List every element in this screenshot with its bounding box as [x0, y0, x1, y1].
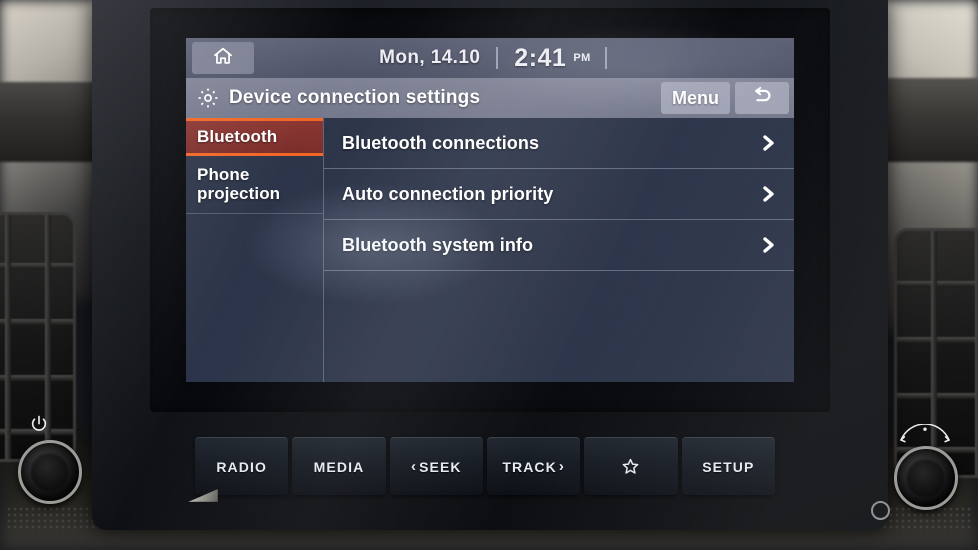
clock-separator: [496, 47, 499, 69]
settings-list: Bluetooth connections Auto connection pr…: [324, 118, 794, 382]
sidebar-item-bluetooth[interactable]: Bluetooth: [186, 118, 323, 156]
list-item-auto-connection-priority[interactable]: Auto connection priority: [324, 169, 794, 220]
status-bar: Mon, 14.10 2:41 PM: [186, 38, 794, 78]
setup-button-label: SETUP: [702, 458, 755, 475]
infotainment-ui: Mon, 14.10 2:41 PM Device connection set…: [186, 38, 794, 382]
radio-button[interactable]: RADIO: [195, 437, 289, 495]
seek-button-label: SEEK: [419, 458, 462, 475]
speaker-grille-left: [6, 506, 98, 532]
gear-icon: [196, 86, 220, 110]
tune-knob[interactable]: [894, 446, 958, 510]
chevron-right-icon: [761, 235, 776, 255]
back-arrow-icon: [749, 85, 775, 112]
menu-button[interactable]: Menu: [661, 82, 730, 114]
radio-button-label: RADIO: [216, 458, 267, 475]
list-item-label: Bluetooth system info: [342, 234, 534, 255]
track-button-label: TRACK: [502, 458, 557, 475]
chevron-right-icon: [761, 133, 776, 153]
seek-button[interactable]: ‹ SEEK: [389, 437, 483, 495]
dashboard-scene: Mon, 14.10 2:41 PM Device connection set…: [0, 0, 978, 550]
list-item-bluetooth-system-info[interactable]: Bluetooth system info: [324, 220, 794, 271]
touchscreen[interactable]: Mon, 14.10 2:41 PM Device connection set…: [150, 8, 830, 412]
power-icon: [29, 414, 49, 434]
media-button[interactable]: MEDIA: [292, 437, 386, 495]
sidebar-item-label: Phone projection: [197, 164, 281, 204]
date-label: Mon, 14.10: [379, 47, 481, 68]
sidebar-item-label: Bluetooth: [197, 127, 278, 146]
clock-area: Mon, 14.10 2:41 PM: [254, 38, 732, 78]
sensor-circle: [871, 501, 890, 520]
back-button[interactable]: [735, 82, 789, 114]
track-button[interactable]: TRACK ›: [486, 437, 581, 495]
chevron-right-icon: [761, 184, 776, 204]
page-title: Device connection settings: [229, 87, 481, 108]
hardware-button-row: RADIO MEDIA ‹ SEEK TRACK › SETUP: [195, 437, 775, 495]
chevron-right-icon: ›: [558, 458, 565, 475]
tune-arc-icon: [896, 423, 954, 444]
settings-body: Bluetooth Phone projection Bluetooth con…: [186, 118, 794, 382]
power-volume-knob[interactable]: [18, 440, 82, 504]
sidebar-item-phone-projection[interactable]: Phone projection: [186, 156, 323, 214]
list-item-label: Auto connection priority: [342, 183, 554, 204]
chevron-left-icon: ‹: [411, 458, 418, 475]
list-item-bluetooth-connections[interactable]: Bluetooth connections: [324, 118, 794, 169]
media-button-label: MEDIA: [313, 458, 365, 475]
favorite-button[interactable]: [584, 437, 678, 495]
title-bar-actions: Menu: [661, 78, 794, 118]
home-button[interactable]: [192, 42, 254, 74]
star-icon: [621, 457, 640, 476]
home-icon: [212, 45, 234, 72]
setup-button[interactable]: SETUP: [681, 437, 775, 495]
title-bar: Device connection settings Menu: [186, 78, 794, 118]
ampm-label: PM: [573, 52, 591, 64]
time-label: 2:41: [514, 43, 567, 72]
status-bar-right-pad: [732, 38, 794, 78]
list-item-label: Bluetooth connections: [342, 132, 540, 153]
category-sidebar: Bluetooth Phone projection: [186, 118, 324, 382]
clock-separator-right: [604, 47, 607, 69]
head-unit: Mon, 14.10 2:41 PM Device connection set…: [92, 0, 888, 530]
